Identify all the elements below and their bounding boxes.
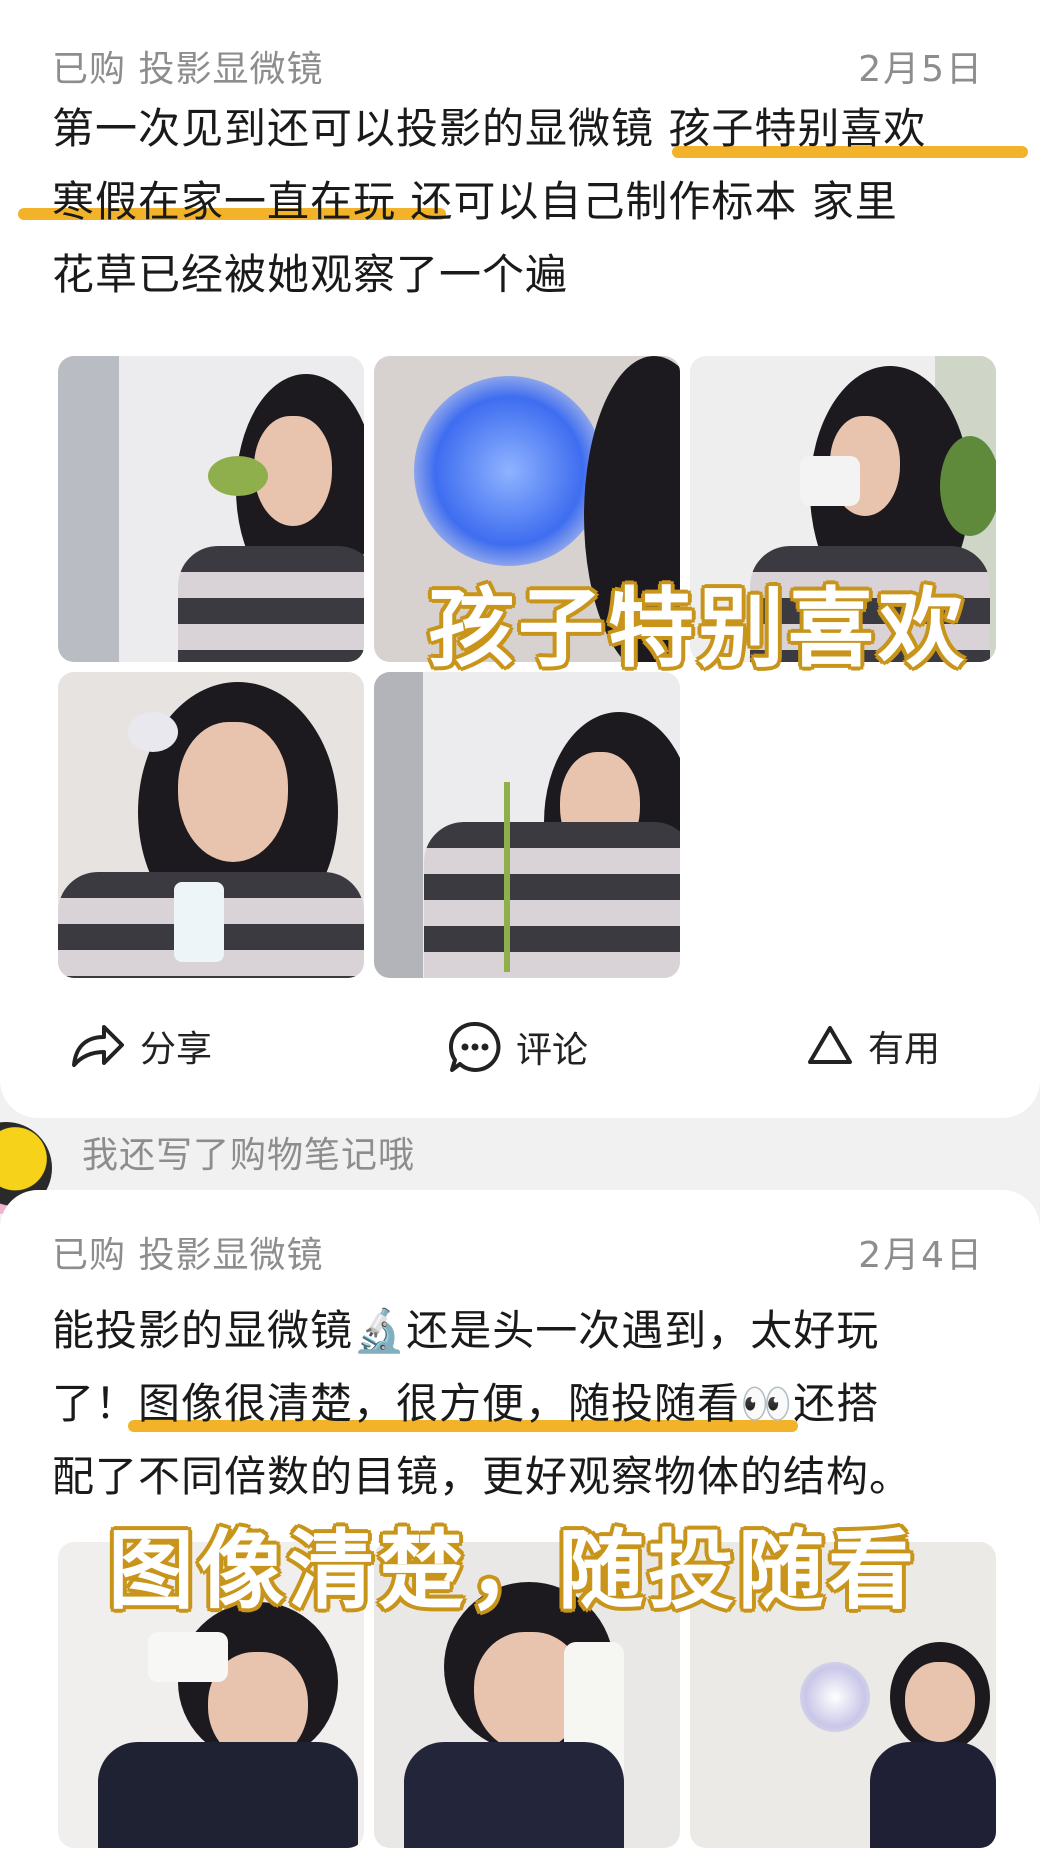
comment-label: 评论 <box>516 1030 589 1071</box>
review-photo[interactable] <box>58 356 364 662</box>
useful-icon <box>808 1026 852 1064</box>
image-caption-overlay: 图像清楚，随投随看 <box>108 1521 918 1621</box>
useful-label: 有用 <box>868 1029 941 1070</box>
purchase-tag: 已购 投影显微镜 <box>52 1235 324 1276</box>
useful-button[interactable]: 有用 <box>806 1020 940 1072</box>
share-button[interactable]: 分享 <box>70 1020 212 1072</box>
share-label: 分享 <box>140 1029 213 1070</box>
shopping-note-row[interactable]: 我还写了购物笔记哦 <box>0 1118 1040 1214</box>
review-card-2: 已购 投影显微镜 2月4日 能投影的显微镜🔬还是头一次遇到，太好玩 了！图像很清… <box>0 1190 1040 1870</box>
review-line: 第一次见到还可以投影的显微镜 孩子特别喜欢 <box>52 104 927 153</box>
review-photo[interactable] <box>58 672 364 978</box>
shopping-note-text[interactable]: 我还写了购物笔记哦 <box>82 1126 415 1178</box>
review-line: 能投影的显微镜🔬还是头一次遇到，太好玩 <box>52 1306 880 1355</box>
review-date: 2月5日 <box>858 49 984 90</box>
image-caption-overlay: 孩子特别喜欢 <box>428 579 968 679</box>
review-photo[interactable] <box>374 672 680 978</box>
review-line: 寒假在家一直在玩 还可以自己制作标本 家里 <box>52 177 898 226</box>
share-icon <box>72 1025 124 1067</box>
review-line: 了！图像很清楚，很方便，随投随看👀还搭 <box>52 1379 880 1428</box>
review-date: 2月4日 <box>858 1235 984 1276</box>
review-text: 第一次见到还可以投影的显微镜 孩子特别喜欢 寒假在家一直在玩 还可以自己制作标本… <box>52 92 1002 311</box>
purchase-tag: 已购 投影显微镜 <box>52 49 324 90</box>
review-text: 能投影的显微镜🔬还是头一次遇到，太好玩 了！图像很清楚，很方便，随投随看👀还搭 … <box>52 1294 1002 1513</box>
comment-icon <box>449 1021 501 1072</box>
comment-button[interactable]: 评论 <box>448 1020 588 1074</box>
review-card-1: 已购 投影显微镜 2月5日 第一次见到还可以投影的显微镜 孩子特别喜欢 寒假在家… <box>0 0 1040 1118</box>
review-line: 花草已经被她观察了一个遍 <box>52 250 569 299</box>
